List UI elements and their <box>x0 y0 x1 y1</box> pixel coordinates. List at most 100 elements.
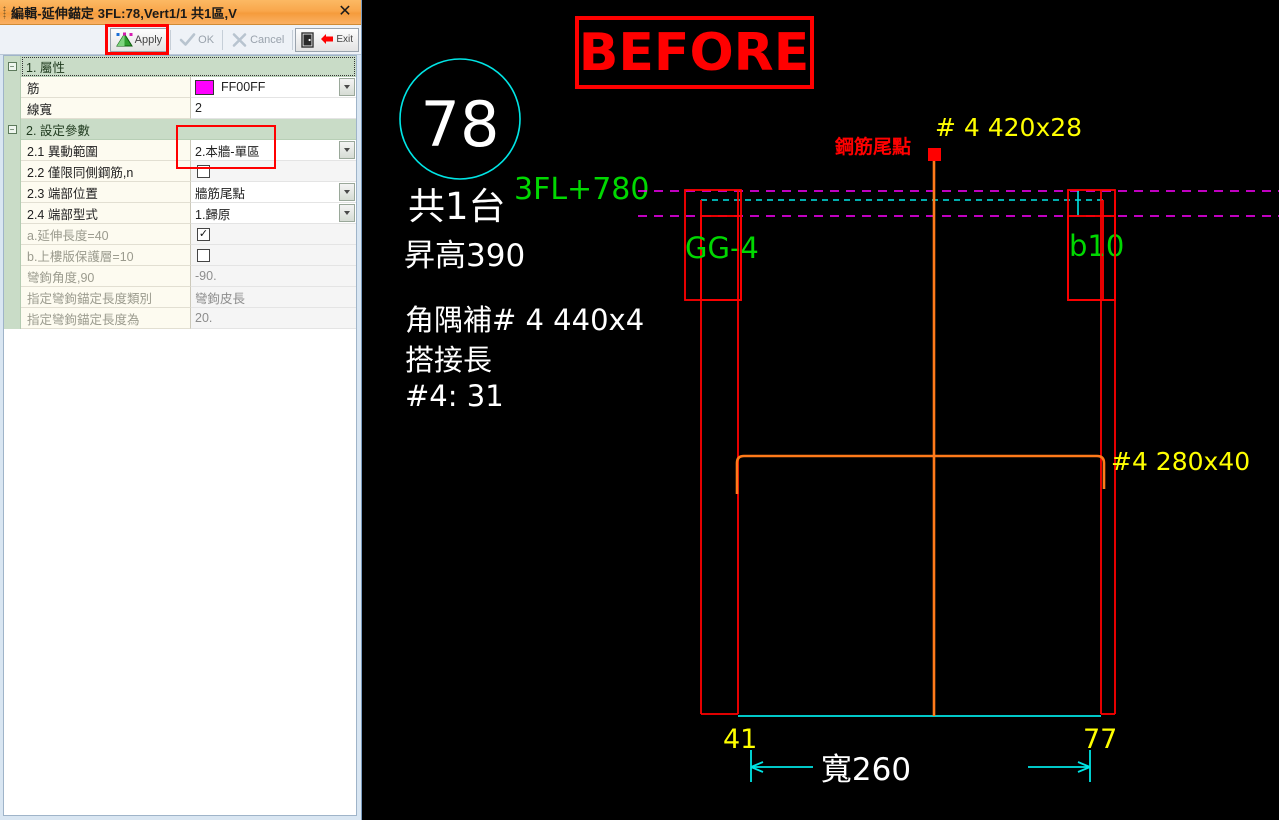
grid-gutter-strip <box>4 329 21 815</box>
property-row-line-width[interactable]: 線寬 2 <box>4 98 356 119</box>
property-value-cell[interactable] <box>191 161 356 182</box>
property-value: 牆筋尾點 <box>195 186 246 201</box>
property-row-hook-length-type[interactable]: 指定彎鉤錨定長度類別 彎鉤皮長 <box>4 287 356 308</box>
apply-button[interactable]: Apply <box>109 27 169 52</box>
level-label: 3FL+780 <box>514 172 649 207</box>
category-gutter: − <box>4 119 21 140</box>
dim-left-label: 41 <box>723 724 757 755</box>
property-name: 2.2 僅限同側鋼筋,n <box>21 161 191 182</box>
drag-grip-icon[interactable] <box>3 5 7 19</box>
row-gutter <box>4 245 21 266</box>
property-value-cell[interactable]: 2.本牆-單區 <box>191 140 356 161</box>
category-gutter: − <box>4 56 21 77</box>
property-name: b.上樓版保護層=10 <box>21 245 191 266</box>
property-category-row[interactable]: − 1. 屬性 <box>4 56 356 77</box>
chevron-down-icon[interactable] <box>339 183 355 201</box>
property-row-hook-angle[interactable]: 彎鉤角度,90 -90. <box>4 266 356 287</box>
toolbar-separator <box>292 29 294 50</box>
property-name: a.延伸長度=40 <box>21 224 191 245</box>
screen: 編輯-延伸錨定 3FL:78,Vert1/1 共1區,V ✕ Apply OK … <box>0 0 1279 820</box>
property-value-cell[interactable]: 1.歸原 <box>191 203 356 224</box>
ok-label: OK <box>198 33 215 46</box>
before-banner: BEFORE <box>575 16 814 89</box>
property-category-row[interactable]: − 2. 設定參數 <box>4 119 356 140</box>
property-value-cell[interactable]: FF00FF <box>191 77 356 98</box>
row-gutter <box>4 182 21 203</box>
checkbox-same-side[interactable] <box>197 164 210 178</box>
property-name: 筋 <box>21 77 191 98</box>
category-label-settings: 2. 設定參數 <box>21 119 356 140</box>
row-gutter <box>4 161 21 182</box>
property-row-change-scope[interactable]: 2.1 異動範圍 2.本牆-單區 <box>4 140 356 161</box>
grid-empty-area <box>4 329 356 815</box>
cancel-label: Cancel <box>250 33 285 46</box>
count-label: 共1台 <box>408 185 506 228</box>
chevron-down-icon[interactable] <box>339 78 355 96</box>
checkbox-slab-cover[interactable] <box>197 248 210 262</box>
property-row-hook-length-value[interactable]: 指定彎鉤錨定長度為 20. <box>4 308 356 329</box>
left-arrow-icon <box>320 32 334 48</box>
property-value: 1.歸原 <box>195 207 231 222</box>
property-row-same-side-only[interactable]: 2.2 僅限同側鋼筋,n <box>4 161 356 182</box>
property-value: 2.本牆-單區 <box>195 144 260 159</box>
property-name: 2.4 端部型式 <box>21 203 191 224</box>
property-value: FF00FF <box>221 80 266 94</box>
property-row-end-type[interactable]: 2.4 端部型式 1.歸原 <box>4 203 356 224</box>
lap-label: 搭接長 <box>405 343 492 377</box>
dim-right-label: 77 <box>1083 724 1117 755</box>
cad-drawing-canvas[interactable]: BEFORE 78 共1台 昇高390 角隅補# 4 440x4 搭接長 #4:… <box>363 0 1279 820</box>
property-value-cell[interactable]: 20. <box>191 308 356 329</box>
row-gutter <box>4 77 21 98</box>
dialog-titlebar[interactable]: 編輯-延伸錨定 3FL:78,Vert1/1 共1區,V ✕ <box>0 0 361 25</box>
property-row-end-position[interactable]: 2.3 端部位置 牆筋尾點 <box>4 182 356 203</box>
row-gutter <box>4 98 21 119</box>
property-name: 線寬 <box>21 98 191 119</box>
property-grid: − 1. 屬性 筋 FF00FF 線寬 2 − 2. 設定參數 2.1 異動範圍… <box>0 55 361 820</box>
x-icon <box>231 32 248 48</box>
row-gutter <box>4 308 21 329</box>
apply-button-wrap: Apply <box>104 23 169 55</box>
property-value-cell[interactable]: ✓ <box>191 224 356 245</box>
collapse-icon[interactable]: − <box>7 62 17 71</box>
exit-button[interactable]: Exit <box>295 27 359 52</box>
property-value: 2 <box>195 101 202 115</box>
property-value-cell[interactable]: -90. <box>191 266 356 287</box>
property-name: 2.3 端部位置 <box>21 182 191 203</box>
property-value-cell[interactable]: 彎鉤皮長 <box>191 287 356 308</box>
dialog-title: 編輯-延伸錨定 3FL:78,Vert1/1 共1區,V <box>11 5 238 21</box>
row-gutter <box>4 266 21 287</box>
rise-label: 昇高390 <box>404 238 525 274</box>
right-member-label: b10 <box>1069 229 1124 263</box>
property-value: -90. <box>195 269 217 283</box>
collapse-icon[interactable]: − <box>7 125 17 134</box>
bottom-bar-label: #4 280x40 <box>1111 447 1250 476</box>
property-row-rebar-color[interactable]: 筋 FF00FF <box>4 77 356 98</box>
property-value-cell[interactable]: 牆筋尾點 <box>191 182 356 203</box>
chevron-down-icon[interactable] <box>339 141 355 159</box>
property-name: 指定彎鉤錨定長度為 <box>21 308 191 329</box>
check-icon <box>179 32 196 48</box>
property-grid-inner: − 1. 屬性 筋 FF00FF 線寬 2 − 2. 設定參數 2.1 異動範圍… <box>3 55 357 816</box>
property-row-extend-length[interactable]: a.延伸長度=40 ✓ <box>4 224 356 245</box>
color-swatch[interactable] <box>195 79 214 95</box>
cancel-button[interactable]: Cancel <box>225 28 290 52</box>
property-value: 彎鉤皮長 <box>195 291 246 306</box>
width-label: 寬260 <box>821 752 911 788</box>
property-value-cell[interactable] <box>191 245 356 266</box>
end-point-label: 鋼筋尾點 <box>834 135 911 158</box>
edit-anchor-dialog: 編輯-延伸錨定 3FL:78,Vert1/1 共1區,V ✕ Apply OK … <box>0 0 362 820</box>
chevron-down-icon[interactable] <box>339 204 355 222</box>
cad-vector-layer: BEFORE 78 共1台 昇高390 角隅補# 4 440x4 搭接長 #4:… <box>399 16 1279 788</box>
row-gutter <box>4 203 21 224</box>
property-value-cell[interactable]: 2 <box>191 98 356 119</box>
ok-button[interactable]: OK <box>173 28 220 52</box>
toolbar-separator <box>222 29 224 50</box>
wall-outline <box>700 190 1116 715</box>
property-row-slab-cover[interactable]: b.上樓版保護層=10 <box>4 245 356 266</box>
category-label-attributes: 1. 屬性 <box>21 56 356 77</box>
row-gutter <box>4 224 21 245</box>
before-banner-text: BEFORE <box>579 23 809 83</box>
door-icon <box>301 31 318 48</box>
checkbox-extend-length[interactable]: ✓ <box>197 227 210 241</box>
close-icon[interactable]: ✕ <box>335 2 355 22</box>
